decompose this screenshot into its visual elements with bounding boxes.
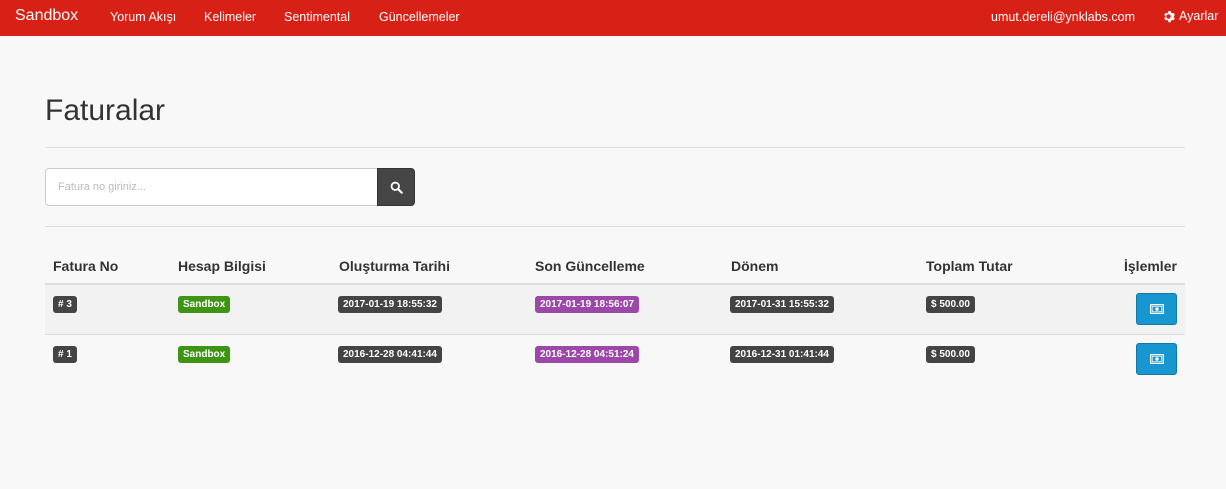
money-icon xyxy=(1149,304,1164,314)
invoice-number-badge: # 3 xyxy=(53,296,77,313)
created-date-badge: 2016-12-28 04:41:44 xyxy=(338,346,442,363)
pay-invoice-button[interactable] xyxy=(1136,343,1177,375)
nav-item-yorum-akisi[interactable]: Yorum Akışı xyxy=(110,10,176,24)
brand-logo[interactable]: Sandbox xyxy=(15,7,78,25)
table-row: # 3 Sandbox 2017-01-19 18:55:32 2017-01-… xyxy=(45,285,1185,334)
column-header-actions: İşlemler xyxy=(1124,258,1177,274)
nav-item-sentimental[interactable]: Sentimental xyxy=(284,10,350,24)
money-icon xyxy=(1149,354,1164,364)
total-amount-badge: $ 500.00 xyxy=(926,296,975,313)
created-date-badge: 2017-01-19 18:55:32 xyxy=(338,296,442,313)
updated-date-badge: 2017-01-19 18:56:07 xyxy=(535,296,639,313)
period-date-badge: 2016-12-31 01:41:44 xyxy=(730,346,834,363)
pay-invoice-button[interactable] xyxy=(1136,293,1177,325)
gear-icon xyxy=(1164,10,1175,22)
period-date-badge: 2017-01-31 15:55:32 xyxy=(730,296,834,313)
column-header-account: Hesap Bilgisi xyxy=(178,258,266,274)
settings-label: Ayarlar xyxy=(1179,9,1219,23)
top-navbar: Sandbox Yorum Akışı Kelimeler Sentimenta… xyxy=(0,0,1226,36)
search-icon xyxy=(390,181,403,194)
user-email-link[interactable]: umut.dereli@ynklabs.com xyxy=(991,10,1135,24)
settings-menu[interactable]: Ayarlar xyxy=(1162,9,1218,23)
nav-item-guncellemeler[interactable]: Güncellemeler xyxy=(379,10,460,24)
account-badge: Sandbox xyxy=(178,296,231,313)
nav-item-kelimeler[interactable]: Kelimeler xyxy=(204,10,256,24)
page-title: Faturalar xyxy=(45,94,166,127)
total-amount-badge: $ 500.00 xyxy=(926,346,975,363)
account-badge: Sandbox xyxy=(178,346,231,363)
column-header-invoice-no: Fatura No xyxy=(53,258,119,274)
column-header-created: Oluşturma Tarihi xyxy=(339,258,450,274)
column-header-updated: Son Güncelleme xyxy=(535,258,645,274)
invoice-number-badge: # 1 xyxy=(53,346,77,363)
column-header-total: Toplam Tutar xyxy=(926,258,1013,274)
column-header-period: Dönem xyxy=(731,258,779,274)
divider xyxy=(45,226,1185,227)
invoice-search-input[interactable] xyxy=(45,168,378,206)
table-row: # 1 Sandbox 2016-12-28 04:41:44 2016-12-… xyxy=(45,334,1185,383)
search-button[interactable] xyxy=(377,168,415,206)
divider xyxy=(45,147,1185,148)
updated-date-badge: 2016-12-28 04:51:24 xyxy=(535,346,639,363)
